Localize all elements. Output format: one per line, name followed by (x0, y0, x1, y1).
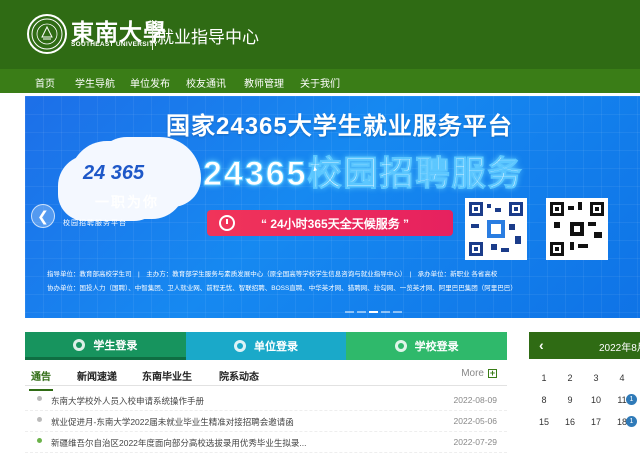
calendar-day-number: 8 (541, 395, 547, 405)
calendar-day[interactable]: 2 (557, 368, 583, 388)
banner-co-organizers: 协办单位：国投人力（国聘）、中智集团、卫人就业网、前程无忧、智联招聘、BOSS直… (47, 285, 517, 292)
login-bar: 学生登录 单位登录 学校登录 (25, 332, 508, 360)
site-header: 東南大學 SOUTHEAST UNIVERSITY 就业指导中心 (0, 0, 640, 69)
university-name-en: SOUTHEAST UNIVERSITY (71, 41, 158, 48)
calendar-day[interactable]: 10 (583, 390, 609, 410)
promo-banner[interactable]: 国家24365大学生就业服务平台 24 365 一职为你 校园招聘服务平台 24… (25, 96, 640, 318)
calendar-day[interactable]: 3 (583, 368, 609, 388)
banner-slogan-sub: 校园招聘服务平台 (63, 220, 127, 227)
calendar-day-number: 4 (619, 373, 625, 383)
site-title[interactable]: 就业指导中心 (157, 23, 259, 48)
calendar-day[interactable]: 11 1 (609, 390, 637, 410)
carousel-prev-icon[interactable]: ❮ (31, 204, 55, 228)
qr-code-icon (546, 198, 608, 260)
carousel-indicators (345, 311, 402, 313)
news-title[interactable]: 新疆维吾尔自治区2022年度面向部分高校选拔录用优秀毕业生拟录... (51, 437, 307, 449)
calendar-day[interactable]: 18 1 (609, 412, 637, 432)
calendar-day-number: 10 (590, 395, 601, 405)
bullet-icon (37, 396, 42, 401)
nav-company-publish[interactable]: 单位发布 (130, 75, 170, 90)
bullet-icon (37, 438, 42, 443)
nav-student-guide[interactable]: 学生导航 (75, 75, 115, 90)
banner-title: 国家24365大学生就业服务平台 (166, 113, 513, 140)
nav-teacher-admin[interactable]: 教师管理 (244, 75, 284, 90)
calendar-day[interactable]: 17 (583, 412, 609, 432)
news-date: 2022-05-06 (453, 416, 497, 426)
news-date: 2022-07-29 (453, 437, 497, 447)
banner-slogan: 一职为你 (95, 194, 159, 210)
school-login-button[interactable]: 学校登录 (346, 332, 508, 360)
university-seal-icon[interactable] (27, 14, 67, 54)
bullet-icon (37, 417, 42, 422)
news-title[interactable]: 东南大学校外人员入校申请系统操作手册 (51, 395, 204, 407)
more-link[interactable]: More + (461, 368, 497, 379)
calendar-day-number: 15 (538, 417, 549, 427)
calendar-day-number: 3 (593, 373, 599, 383)
student-login-button[interactable]: 学生登录 (25, 332, 186, 360)
carousel-dot-active[interactable] (369, 311, 378, 313)
nav-about[interactable]: 关于我们 (300, 75, 340, 90)
nav-alumni[interactable]: 校友通讯 (186, 75, 226, 90)
calendar-day-number: 1 (541, 373, 547, 383)
logo-divider (152, 20, 153, 50)
more-label: More (461, 368, 484, 379)
tab-notices[interactable]: 通告 (29, 368, 53, 391)
calendar-prev-icon[interactable]: ‹ (539, 337, 544, 353)
calendar-day-number: 16 (564, 417, 575, 427)
calendar-day[interactable]: 8 (531, 390, 557, 410)
news-item[interactable]: 就业促进月-东南大学2022届未就业毕业生精准对接招聘会邀请函 2022-05-… (25, 411, 507, 432)
main-nav: 首页 学生导航 单位发布 校友通讯 教师管理 关于我们 (0, 69, 640, 93)
carousel-dot[interactable] (357, 311, 366, 313)
user-icon (73, 338, 86, 351)
news-title[interactable]: 就业促进月-东南大学2022届未就业毕业生精准对接招聘会邀请函 (51, 416, 294, 428)
company-login-label: 单位登录 (254, 341, 298, 353)
banner-organizers: 指导单位：教育部高校学生司 | 主办方：教育部学生服务与素质发展中心（原全国高等… (47, 271, 498, 278)
carousel-dot[interactable] (345, 311, 354, 313)
calendar-day[interactable]: 1 (531, 368, 557, 388)
qr-code-icon (465, 198, 527, 260)
calendar-month-title: 2022年8月 (599, 343, 640, 354)
pill-text: “ 24小时365天全天候服务 ” (261, 216, 410, 231)
school-login-label: 学校登录 (414, 341, 459, 353)
company-login-button[interactable]: 单位登录 (185, 332, 347, 360)
tab-department-news[interactable]: 院系动态 (219, 368, 259, 383)
banner-service-title: 24365校园招聘服务 (203, 155, 524, 194)
calendar-day-number: 9 (567, 395, 573, 405)
calendar-day-number: 17 (590, 417, 601, 427)
clock-icon (219, 215, 235, 231)
news-item[interactable]: 新疆维吾尔自治区2022年度面向部分高校选拔录用优秀毕业生拟录... 2022-… (25, 432, 507, 453)
building-icon (234, 340, 246, 352)
nav-home[interactable]: 首页 (35, 75, 55, 90)
school-icon (394, 340, 407, 352)
calendar-header: ‹ 2022年8月 (529, 332, 640, 359)
calendar-day[interactable]: 9 (557, 390, 583, 410)
carousel-dot[interactable] (381, 311, 390, 313)
news-tabs: 通告 新闻速递 东南毕业生 院系动态 More + (25, 362, 507, 391)
tab-seu-graduates[interactable]: 东南毕业生 (142, 368, 192, 383)
news-list: 东南大学校外人员入校申请系统操作手册 2022-08-09 就业促进月-东南大学… (25, 390, 507, 453)
banner-service-pill: “ 24小时365天全天候服务 ” (207, 210, 453, 236)
calendar-day-number: 2 (567, 373, 573, 383)
calendar-day[interactable]: 4 (609, 368, 635, 388)
event-count-badge: 1 (626, 394, 637, 405)
news-date: 2022-08-09 (453, 395, 497, 405)
event-count-badge: 1 (626, 416, 637, 427)
plus-icon: + (488, 368, 497, 378)
carousel-dot[interactable] (393, 311, 402, 313)
tab-news-express[interactable]: 新闻速递 (77, 368, 117, 383)
calendar-day[interactable]: 16 (557, 412, 583, 432)
banner-badge-number: 24 365 (83, 162, 145, 184)
student-login-label: 学生登录 (93, 339, 138, 352)
calendar-day[interactable]: 15 (531, 412, 557, 432)
news-item[interactable]: 东南大学校外人员入校申请系统操作手册 2022-08-09 (25, 390, 507, 411)
event-calendar: ‹ 2022年8月 1 2 3 4 8 9 10 111 15 16 17 18… (529, 332, 640, 452)
